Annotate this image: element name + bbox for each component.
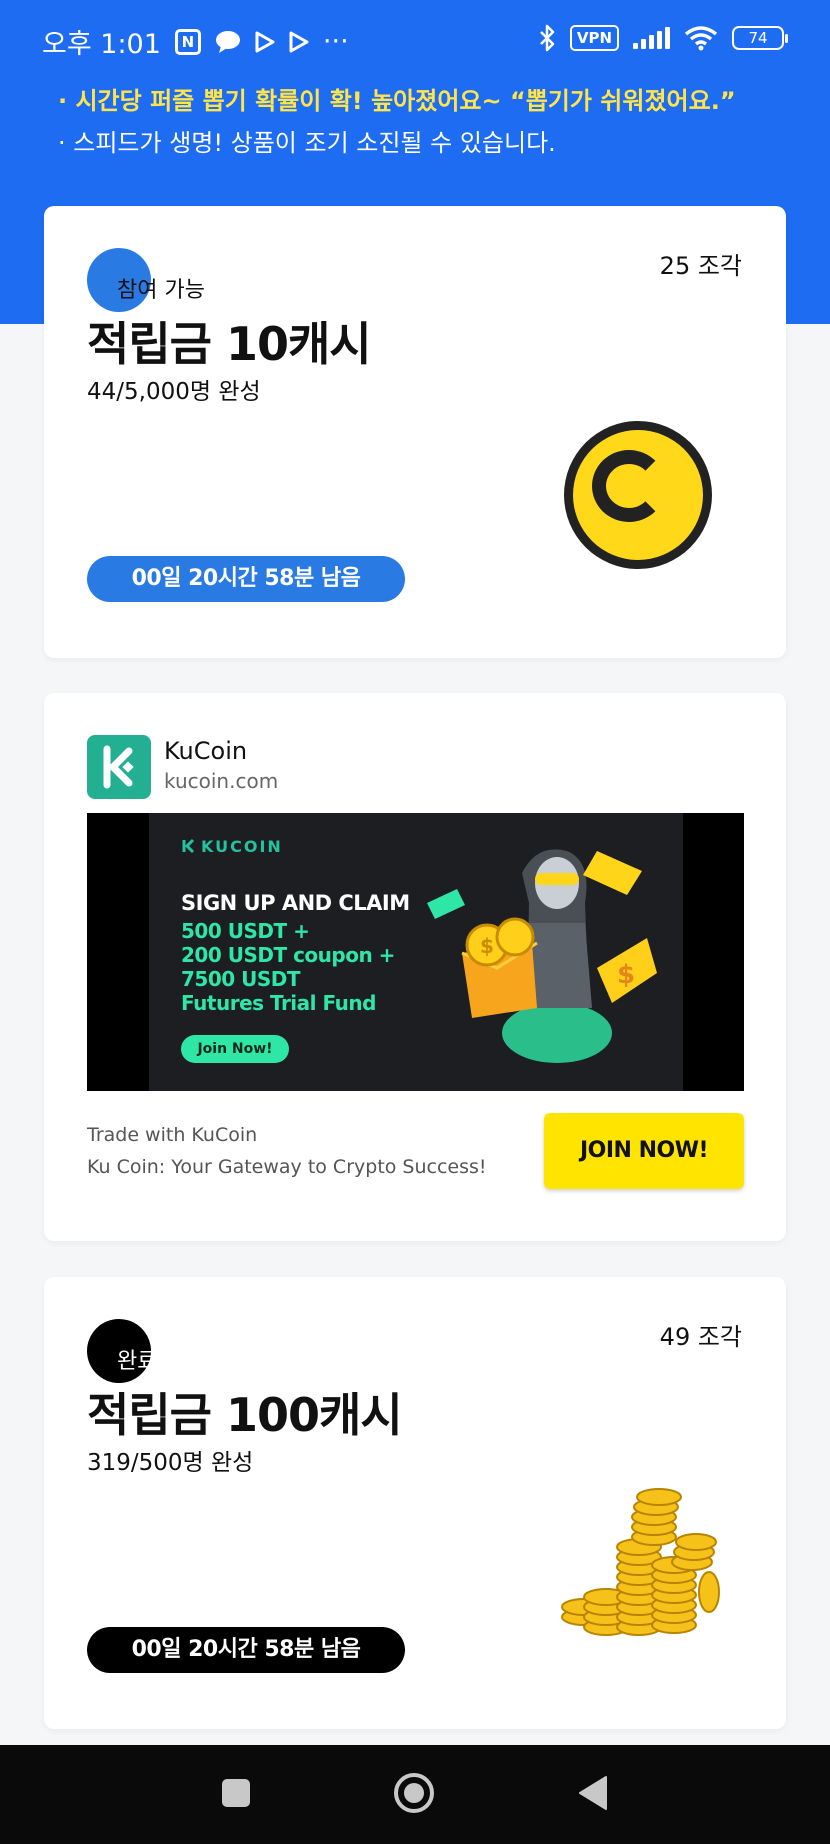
banner-brand: KUCOIN [181,837,283,856]
play-store-icon-2 [289,31,309,53]
more-notifications-icon: ··· [322,26,349,57]
naver-icon: N [174,28,201,55]
banner-offer-line: 500 USDT + [181,919,310,943]
completion-count: 319/500명 완성 [87,1450,254,1476]
prize-title: 적립금 100캐시 [87,1388,403,1442]
ad-banner-content: KUCOIN SIGN UP AND CLAIM 500 USDT + 200 … [149,813,683,1091]
status-label-text: 완료 [117,1349,158,1374]
banner-brand-text: KUCOIN [201,837,283,856]
wifi-icon [684,25,718,51]
prize-card[interactable]: 참여 가능 25 조각 적립금 10캐시 44/5,000명 완성 00일 20… [44,206,786,658]
signal-icon [633,27,670,49]
system-nav-bar [0,1745,830,1844]
time-remaining-pill: 00일 20시간 58분 남음 [87,556,405,602]
banner-offer-line: 7500 USDT [181,967,301,991]
ad-banner[interactable]: KUCOIN SIGN UP AND CLAIM 500 USDT + 200 … [87,813,744,1091]
coin-stack-icon [544,1477,744,1681]
svg-text:$: $ [480,934,494,958]
ad-card[interactable]: KuCoin kucoin.com KUCOIN SIGN UP AND CLA… [44,693,786,1241]
ad-description-line: Trade with KuCoin [87,1124,258,1146]
banner-illustration: $ $ [417,833,667,1077]
status-label: 참여 가능 [117,278,205,303]
advertiser-domain: kucoin.com [164,769,279,793]
banner-offer-line: 200 USDT coupon + [181,943,395,967]
status-time: 오후 1:01 [42,29,161,60]
recent-apps-icon[interactable] [220,1777,252,1813]
join-now-button[interactable]: JOIN NOW! [544,1113,744,1189]
piece-count: 49 조각 [659,1323,742,1351]
cash-coin-icon [564,421,712,569]
banner-offer-line: Futures Trial Fund [181,991,376,1015]
completion-count: 44/5,000명 완성 [87,379,261,405]
event-notice: · 시간당 퍼즐 뽑기 확률이 확! 높아졌어요~ “뽑기가 쉬워졌어요.” ·… [58,80,736,164]
status-label: 완료 [117,1343,157,1375]
svg-text:$: $ [617,960,635,990]
chat-bubble-icon [215,30,241,54]
banner-headline: SIGN UP AND CLAIM [181,891,410,915]
status-bar: 오후 1:01 N ··· VPN 74 [0,0,830,84]
notice-line: · 스피드가 생명! 상품이 조기 소진될 수 있습니다. [58,129,556,157]
prize-card[interactable]: 완료 49 조각 적립금 100캐시 319/500명 완성 00일 20시간 … [44,1277,786,1729]
battery-icon: 74 [732,26,788,50]
banner-join-button[interactable]: Join Now! [181,1035,289,1063]
status-left: 오후 1:01 N ··· [42,22,349,61]
status-right: VPN 74 [538,24,788,52]
ad-description: Trade with KuCoin Ku Coin: Your Gateway … [87,1119,487,1183]
time-remaining-pill: 00일 20시간 58분 남음 [87,1627,405,1673]
piece-count: 25 조각 [659,252,742,280]
back-icon[interactable] [578,1775,610,1815]
play-store-icon [255,31,275,53]
home-icon[interactable] [392,1771,436,1819]
bluetooth-icon [538,24,556,52]
ad-description-line: Ku Coin: Your Gateway to Crypto Success! [87,1156,487,1178]
banner-offer-lines: 500 USDT + 200 USDT coupon + 7500 USDT F… [181,919,395,1015]
notice-line-highlight: · 시간당 퍼즐 뽑기 확률이 확! 높아졌어요~ “뽑기가 쉬워졌어요.” [58,87,736,115]
advertiser-name: KuCoin [164,737,248,765]
prize-title: 적립금 10캐시 [87,317,372,371]
kucoin-logo-icon [87,735,151,799]
vpn-icon: VPN [569,25,619,51]
